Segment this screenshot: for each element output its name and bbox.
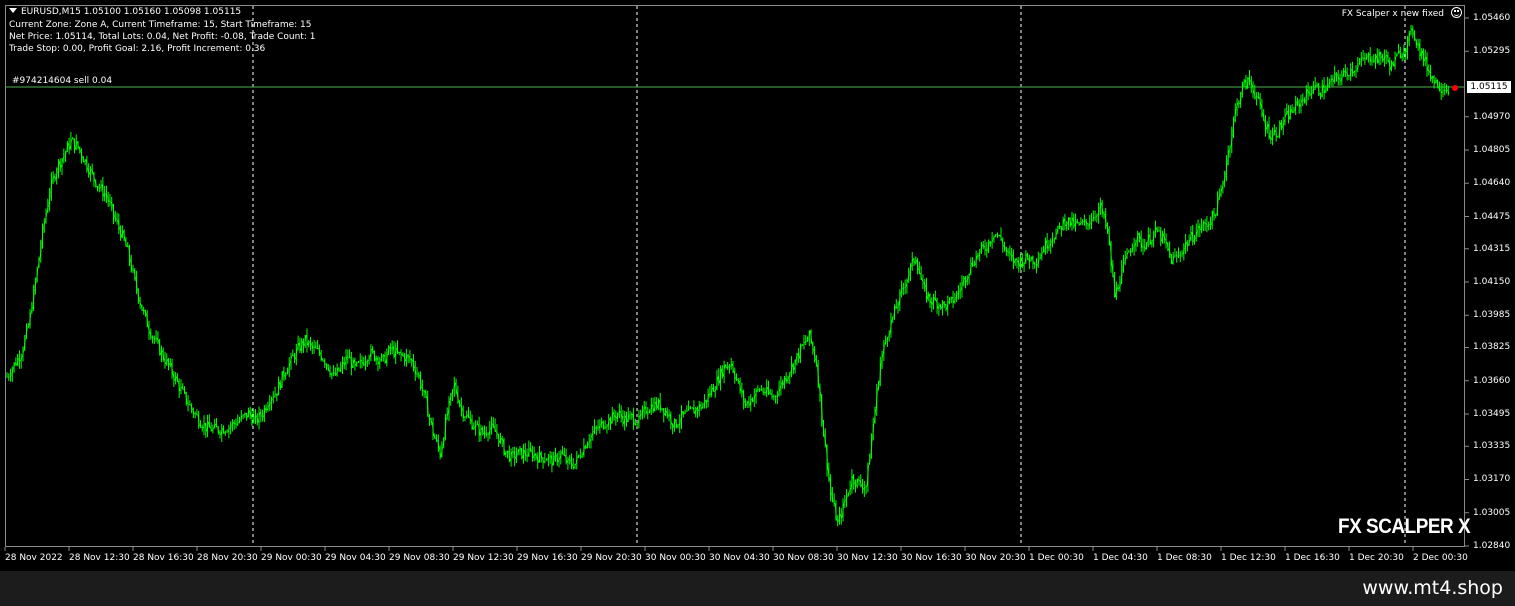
zone-info-line: Current Zone: Zone A, Current Timeframe:… bbox=[9, 20, 312, 30]
price-axis-label: 1.04970 bbox=[1473, 111, 1511, 122]
time-axis-label: 30 Nov 16:30 bbox=[901, 553, 962, 563]
price-axis-label: 1.03335 bbox=[1473, 441, 1511, 452]
time-axis-label: 30 Nov 08:30 bbox=[773, 553, 834, 563]
time-axis-label: 29 Nov 04:30 bbox=[325, 553, 386, 563]
footer-site-link[interactable]: www.mt4.shop bbox=[1362, 577, 1503, 599]
price-axis-label: 1.03825 bbox=[1473, 342, 1511, 353]
time-axis-label: 28 Nov 2022 bbox=[5, 553, 63, 563]
price-axis-label: 1.02840 bbox=[1473, 541, 1511, 551]
price-axis-label: 1.03005 bbox=[1473, 507, 1511, 518]
footer-bar: www.mt4.shop bbox=[0, 571, 1515, 606]
brand-watermark: FX SCALPER X bbox=[1338, 515, 1471, 538]
price-axis-label: 1.04805 bbox=[1473, 145, 1511, 155]
time-axis-label: 28 Nov 12:30 bbox=[69, 553, 130, 563]
time-axis-label: 30 Nov 12:30 bbox=[837, 553, 898, 563]
time-axis-label: 2 Dec 00:30 bbox=[1413, 553, 1468, 563]
price-axis-label: 1.04640 bbox=[1473, 178, 1511, 189]
net-price-info-line: Net Price: 1.05114, Total Lots: 0.04, Ne… bbox=[9, 32, 316, 42]
trade-stop-info-line: Trade Stop: 0.00, Profit Goal: 2.16, Pro… bbox=[9, 44, 266, 54]
chart-window[interactable]: EURUSD,M15 1.05100 1.05160 1.05098 1.051… bbox=[0, 0, 1515, 571]
time-axis-label: 1 Dec 08:30 bbox=[1157, 553, 1212, 563]
time-axis-label: 29 Nov 08:30 bbox=[389, 553, 450, 563]
price-axis-label: 1.05295 bbox=[1473, 46, 1511, 57]
time-axis-label: 1 Dec 16:30 bbox=[1285, 553, 1340, 563]
time-axis-label: 1 Dec 12:30 bbox=[1221, 553, 1276, 563]
time-axis-label: 29 Nov 12:30 bbox=[453, 553, 514, 563]
symbol-info-line[interactable]: EURUSD,M15 1.05100 1.05160 1.05098 1.051… bbox=[9, 7, 241, 18]
time-axis-label: 30 Nov 04:30 bbox=[709, 553, 770, 563]
time-axis-label: 29 Nov 20:30 bbox=[581, 553, 642, 563]
dropdown-arrow-icon[interactable] bbox=[9, 8, 17, 13]
price-axis-label: 1.03985 bbox=[1473, 310, 1511, 321]
time-axis-label: 1 Dec 04:30 bbox=[1093, 553, 1148, 563]
price-axis-label: 1.03495 bbox=[1473, 409, 1511, 419]
expert-advisor-name[interactable]: FX Scalper x new fixed bbox=[1342, 9, 1444, 19]
time-axis-label: 1 Dec 20:30 bbox=[1349, 553, 1404, 563]
price-axis-label: 1.03170 bbox=[1473, 474, 1511, 485]
current-price-tag: 1.05115 bbox=[1467, 81, 1511, 93]
price-axis-label: 1.03660 bbox=[1473, 375, 1511, 386]
time-axis-label: 28 Nov 16:30 bbox=[133, 553, 194, 563]
smiley-icon[interactable] bbox=[1451, 7, 1462, 18]
time-axis-label: 30 Nov 00:30 bbox=[645, 553, 706, 563]
order-label[interactable]: #974214604 sell 0.04 bbox=[12, 76, 112, 86]
price-axis-label: 1.04150 bbox=[1473, 277, 1511, 287]
time-axis-label: 28 Nov 20:30 bbox=[197, 553, 258, 563]
time-axis-label: 29 Nov 16:30 bbox=[517, 553, 578, 563]
price-axis-label: 1.05460 bbox=[1473, 13, 1511, 23]
time-axis-label: 29 Nov 00:30 bbox=[261, 553, 322, 563]
price-axis-label: 1.04475 bbox=[1473, 211, 1511, 222]
time-axis-label: 30 Nov 20:30 bbox=[965, 553, 1026, 563]
symbol-info-text: EURUSD,M15 1.05100 1.05160 1.05098 1.051… bbox=[21, 7, 242, 17]
price-axis-label: 1.04315 bbox=[1473, 243, 1511, 254]
time-axis-label: 1 Dec 00:30 bbox=[1029, 553, 1084, 563]
plot-area-border bbox=[5, 5, 1465, 547]
